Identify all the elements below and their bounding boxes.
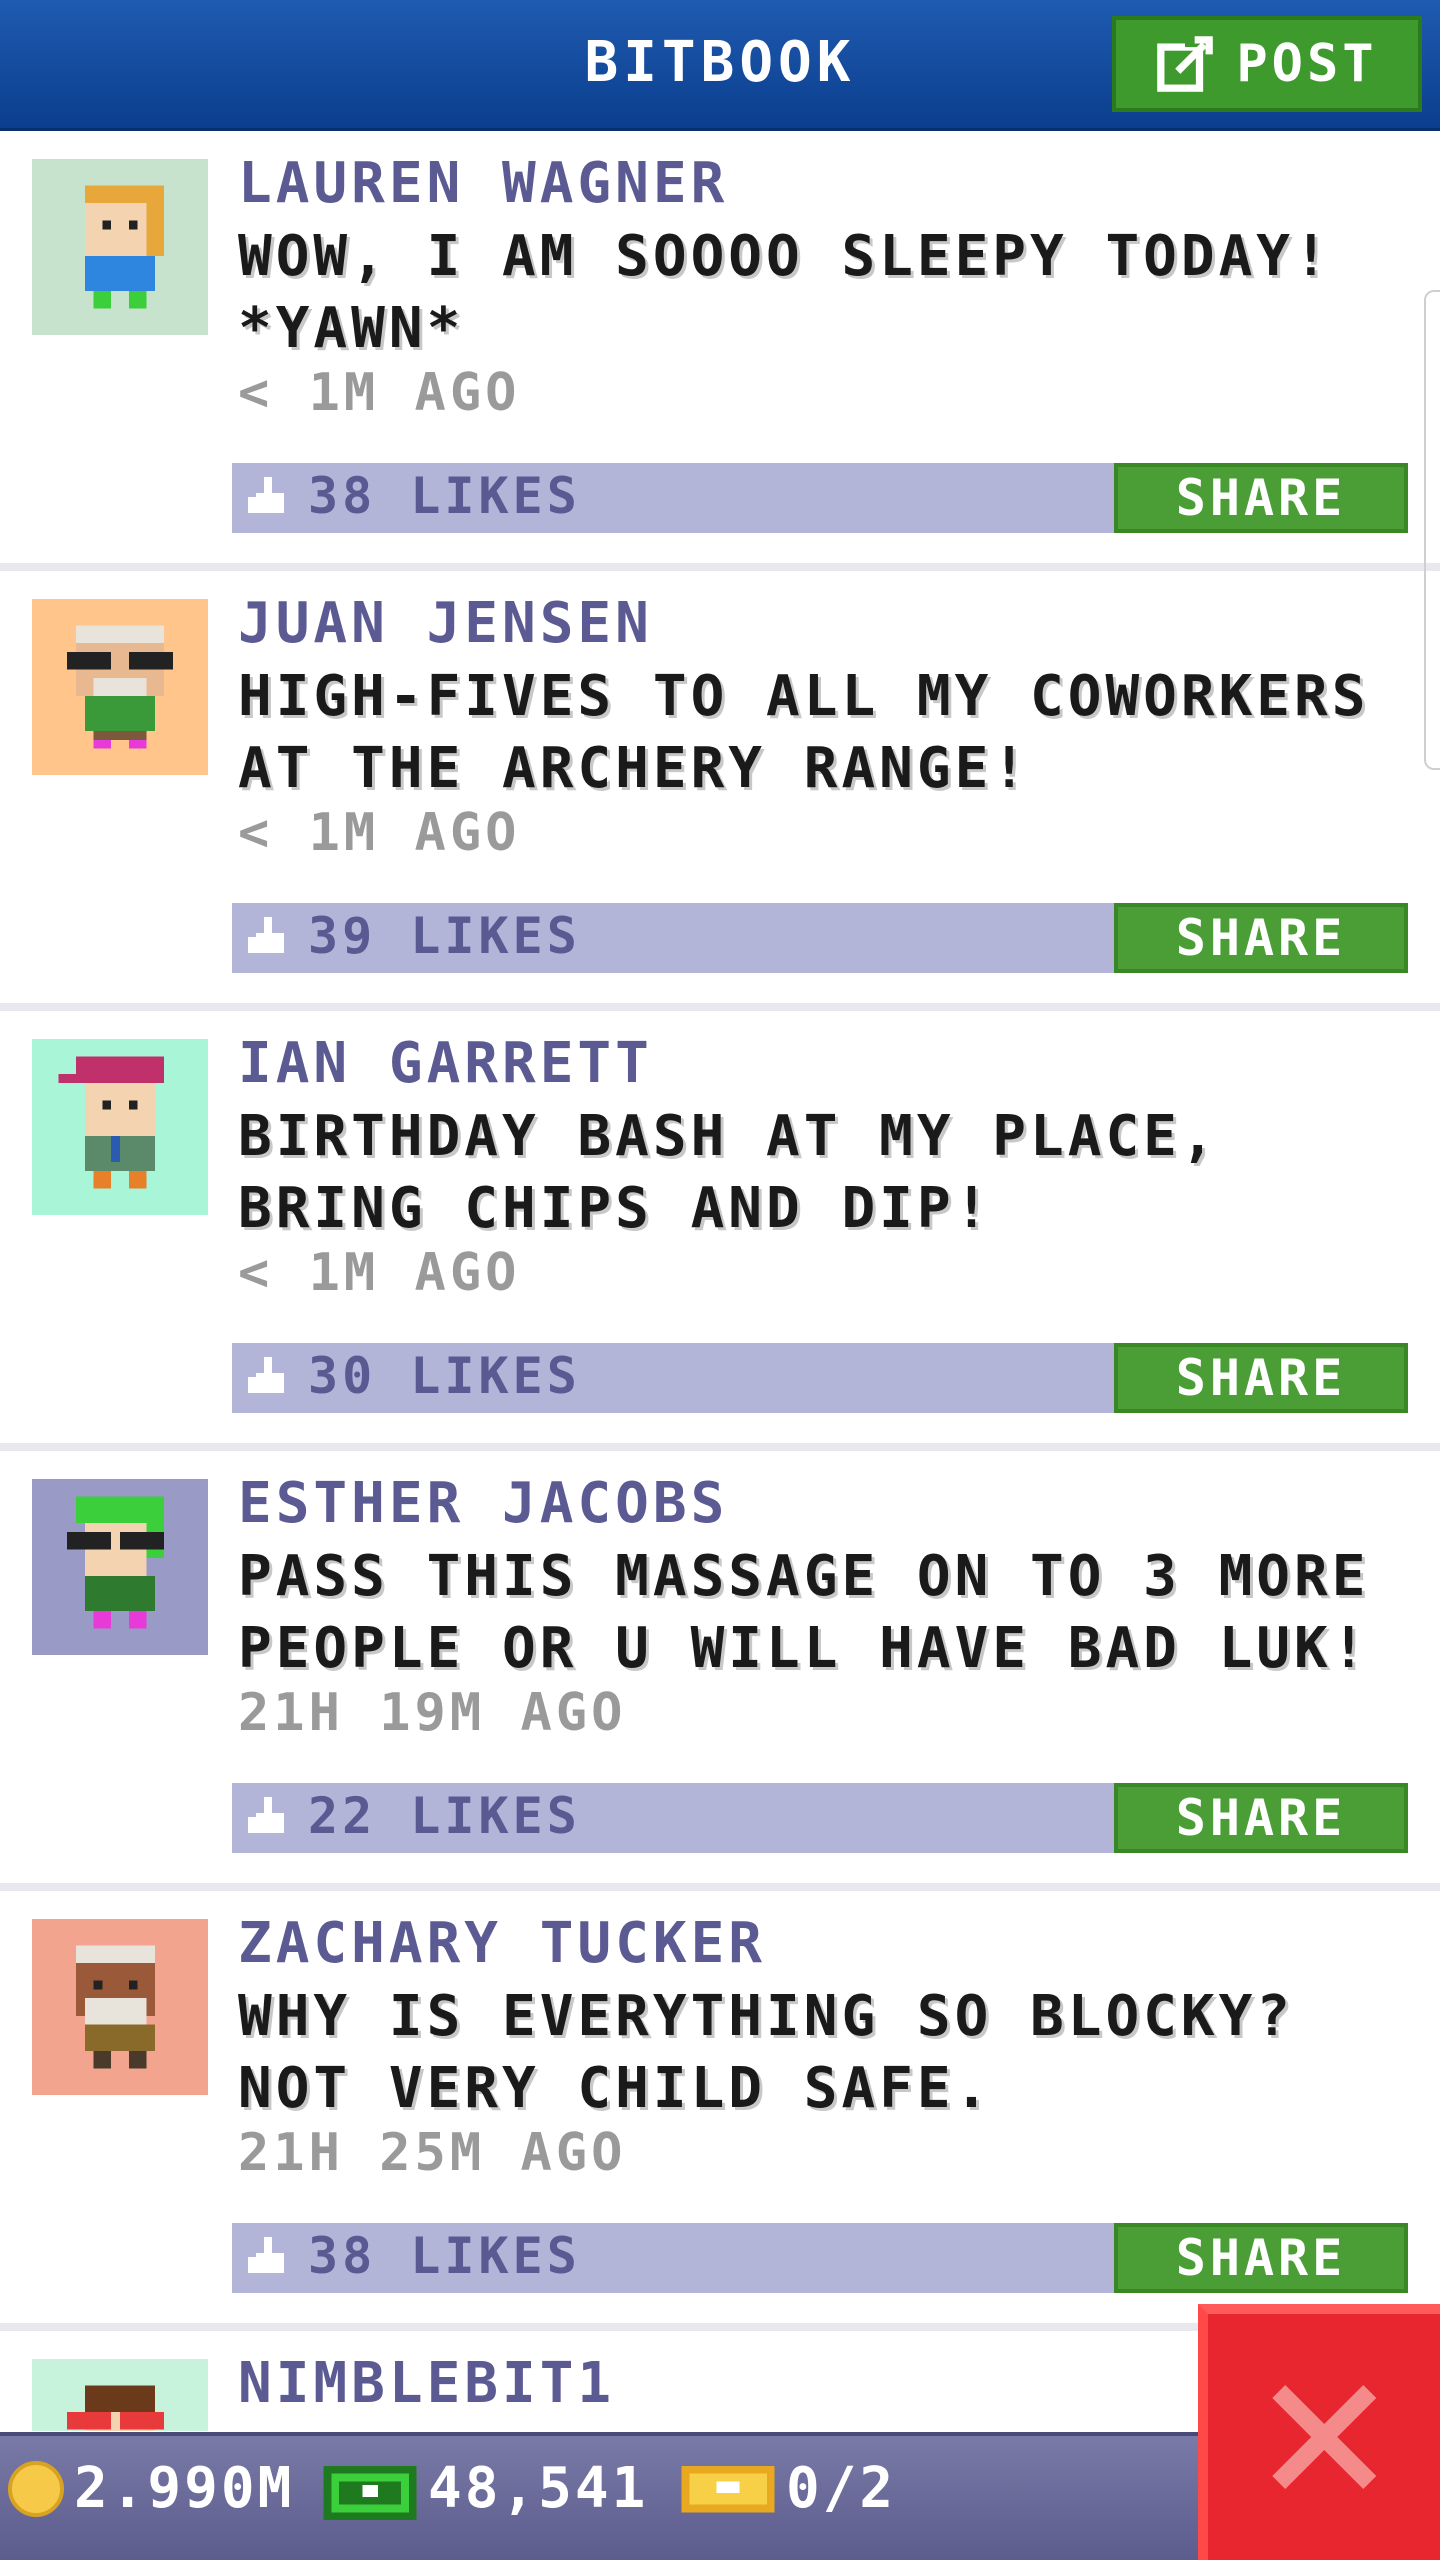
share-button[interactable]: SHARE [1114,1343,1408,1413]
post-time: < 1M AGO [238,363,521,423]
close-icon [1272,2385,1376,2489]
avatar[interactable] [32,599,208,775]
post-message: WHY IS EVERYTHING SO BLOCKY? NOT VERY CH… [238,1984,1295,2121]
share-button[interactable]: SHARE [1114,463,1408,533]
post-time: < 1M AGO [238,1243,521,1303]
likes-bar: 39 LIKES SHARE [232,903,1408,973]
thumb-up-icon[interactable] [248,477,288,517]
avatar[interactable] [32,1919,208,2095]
likes-count: 22 LIKES [308,1787,581,1845]
coins-value: 2.990M [74,2456,295,2521]
post-message: BIRTHDAY BASH AT MY PLACE, BRING CHIPS A… [238,1104,1219,1241]
likes-count: 39 LIKES [308,907,581,965]
post-time: 21H 19M AGO [238,1683,627,1743]
feed-post: IAN GARRETT BIRTHDAY BASH AT MY PLACE, B… [0,1011,1440,1451]
post-author: JUAN JENSEN [238,591,653,656]
feed-post: LAUREN WAGNER WOW, I AM SOOOO SLEEPY TOD… [0,131,1440,571]
edit-icon [1157,36,1214,92]
cash-stat: 48,541 [322,2456,648,2521]
share-button[interactable]: SHARE [1114,903,1408,973]
post-author: ESTHER JACOBS [238,1471,729,1536]
post-author: ZACHARY TUCKER [238,1911,767,1976]
feed-post: ESTHER JACOBS PASS THIS MASSAGE ON TO 3 … [0,1451,1440,1891]
post-message: WOW, I AM SOOOO SLEEPY TODAY! *YAWN* [238,224,1332,361]
post-button-label: POST [1236,34,1378,94]
feed-post: ZACHARY TUCKER WHY IS EVERYTHING SO BLOC… [0,1891,1440,2331]
likes-bar: 30 LIKES SHARE [232,1343,1408,1413]
cash-value: 48,541 [428,2456,649,2521]
thumb-up-icon[interactable] [248,1797,288,1837]
coins-stat: 2.990M [8,2456,294,2521]
post-button[interactable]: POST [1112,16,1422,112]
post-message: PASS THIS MASSAGE ON TO 3 MORE PEOPLE OR… [238,1544,1370,1681]
feed-list[interactable]: LAUREN WAGNER WOW, I AM SOOOO SLEEPY TOD… [0,131,1440,2451]
share-button[interactable]: SHARE [1114,1783,1408,1853]
likes-bar: 38 LIKES SHARE [232,463,1408,533]
post-message: HIGH-FIVES TO ALL MY COWORKERS AT THE AR… [238,664,1370,801]
avatar[interactable] [32,159,208,335]
ticket-icon [681,2465,775,2512]
likes-bar: 22 LIKES SHARE [232,1783,1408,1853]
avatar[interactable] [32,2359,208,2431]
likes-count: 38 LIKES [308,467,581,525]
thumb-up-icon[interactable] [248,2237,288,2277]
post-author: NIMBLEBIT1 [238,2351,616,2416]
share-button[interactable]: SHARE [1114,2223,1408,2293]
avatar[interactable] [32,1479,208,1655]
app-header: BITBOOK POST [0,0,1440,131]
cash-icon [323,2465,417,2520]
avatar[interactable] [32,1039,208,1215]
likes-count: 30 LIKES [308,1347,581,1405]
thumb-up-icon[interactable] [248,1357,288,1397]
close-button[interactable] [1198,2304,1440,2560]
post-time: < 1M AGO [238,803,521,863]
likes-count: 38 LIKES [308,2227,581,2285]
thumb-up-icon[interactable] [248,917,288,957]
post-author: LAUREN WAGNER [238,151,729,216]
tickets-value: 0/2 [786,2456,897,2521]
likes-bar: 38 LIKES SHARE [232,2223,1408,2293]
feed-post: JUAN JENSEN HIGH-FIVES TO ALL MY COWORKE… [0,571,1440,1011]
coin-icon [8,2460,64,2517]
bitbook-screen: BITBOOK POST LAUREN WAGNER WOW, I AM SOO… [0,0,1440,2560]
post-author: IAN GARRETT [238,1031,653,1096]
post-time: 21H 25M AGO [238,2123,627,2183]
scroll-indicator[interactable] [1424,290,1440,770]
tickets-stat: 0/2 [680,2456,896,2521]
